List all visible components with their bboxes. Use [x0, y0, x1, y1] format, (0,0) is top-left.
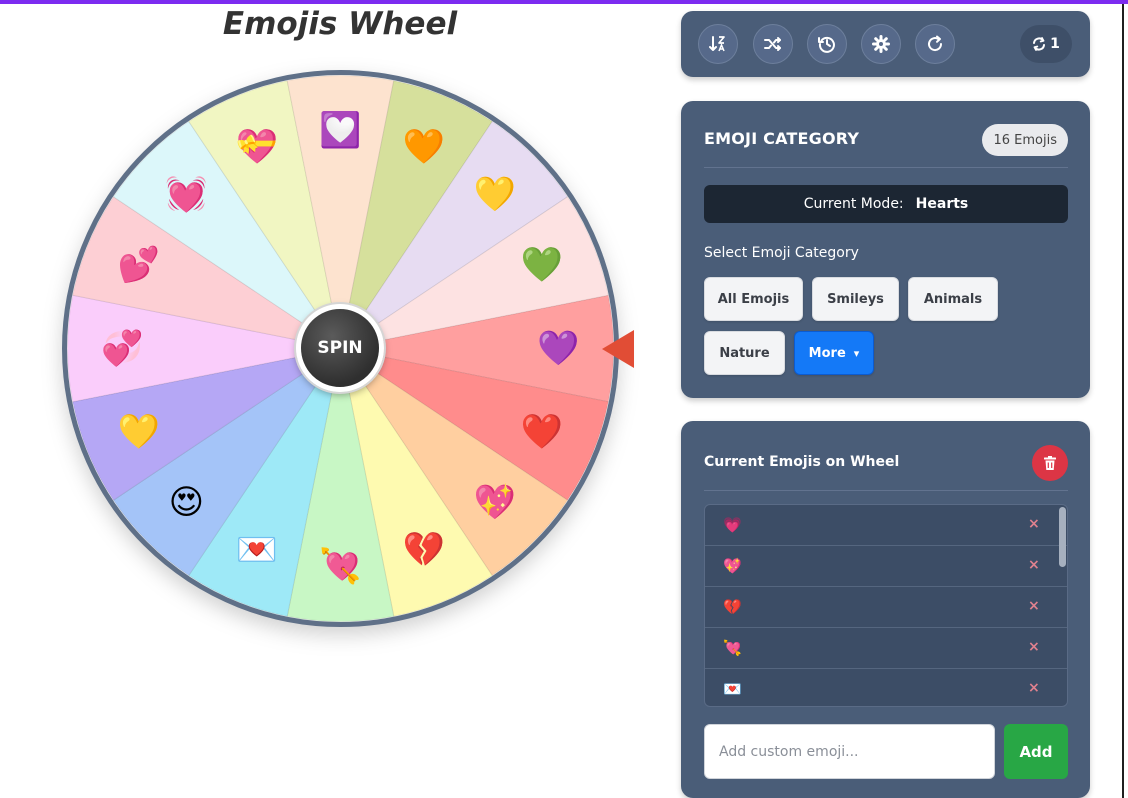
page-title: Emojis Wheel — [222, 6, 458, 42]
category-all-emojis-button[interactable]: All Emojis — [704, 277, 803, 321]
category-animals-button[interactable]: Animals — [908, 277, 998, 321]
more-label: More — [808, 345, 846, 361]
reload-button[interactable] — [915, 24, 955, 64]
category-heading: EMOJI CATEGORY — [704, 129, 860, 148]
spin-count: 1 — [1050, 36, 1060, 52]
wheel-segment-emoji: 💖 — [473, 483, 516, 523]
list-item: 💖 × — [705, 546, 1067, 587]
sort-icon — [709, 36, 725, 52]
wheel-segment-emoji: 💜 — [537, 329, 580, 369]
reload-icon — [928, 35, 943, 52]
shuffle-button[interactable] — [753, 24, 793, 64]
history-button[interactable] — [807, 24, 847, 64]
current-emojis-panel: Current Emojis on Wheel 💗 × 💖 × 💔 × 💘 × … — [681, 421, 1090, 798]
history-icon — [818, 36, 835, 53]
custom-emoji-input[interactable] — [704, 724, 995, 779]
list-item-emoji: 💖 — [723, 557, 742, 575]
category-panel: EMOJI CATEGORY 16 Emojis Current Mode: H… — [681, 101, 1090, 398]
wheel-segment-emoji: 💟 — [319, 111, 361, 151]
list-item-emoji: 💗 — [723, 516, 742, 534]
top-accent-bar — [0, 0, 1128, 4]
select-category-label: Select Emoji Category — [704, 245, 859, 261]
gear-icon — [872, 35, 890, 53]
category-smileys-button[interactable]: Smileys — [812, 277, 899, 321]
current-emojis-list[interactable]: 💗 × 💖 × 💔 × 💘 × 💌 × — [704, 504, 1068, 707]
wheel-segment-emoji: ❤️ — [521, 412, 564, 452]
wheel-segment-emoji: 💔 — [403, 530, 446, 570]
category-nature-button[interactable]: Nature — [704, 331, 785, 375]
wheel-segment-emoji: 💌 — [236, 530, 278, 570]
wheel-segment-emoji: 🧡 — [403, 127, 446, 167]
shuffle-icon — [764, 37, 781, 51]
toolbar-panel: 1 — [681, 11, 1090, 77]
remove-emoji-button[interactable]: × — [1028, 598, 1040, 614]
wheel-segment-emoji: 💝 — [236, 127, 279, 167]
wheel-segment-emoji: 💛 — [118, 412, 161, 452]
sort-button[interactable] — [698, 24, 738, 64]
current-mode-bar: Current Mode: Hearts — [704, 185, 1068, 223]
spin-counter: 1 — [1020, 25, 1072, 63]
list-item: 💔 × — [705, 587, 1067, 628]
remove-emoji-button[interactable]: × — [1028, 516, 1040, 532]
list-item-emoji: 💘 — [723, 639, 742, 657]
current-emojis-heading: Current Emojis on Wheel — [704, 454, 900, 470]
list-item: 💗 × — [705, 505, 1067, 546]
list-item-emoji: 💌 — [723, 680, 742, 698]
wheel-pointer — [602, 330, 634, 368]
clear-all-button[interactable] — [1032, 445, 1068, 481]
remove-emoji-button[interactable]: × — [1028, 639, 1040, 655]
list-scrollbar[interactable] — [1059, 507, 1066, 567]
divider — [704, 490, 1068, 491]
list-item: 💘 × — [705, 628, 1067, 669]
emoji-count-badge: 16 Emojis — [982, 124, 1068, 156]
remove-emoji-button[interactable]: × — [1028, 557, 1040, 573]
window-edge — [1122, 4, 1124, 798]
wheel-segment-emoji: 💓 — [165, 174, 207, 214]
wheel-segment-emoji: 💞 — [101, 329, 143, 369]
trash-icon — [1044, 456, 1056, 470]
wheel-segment-emoji: 💚 — [521, 245, 564, 285]
wheel-segment-emoji: 💘 — [319, 547, 361, 587]
list-item-emoji: 💔 — [723, 598, 742, 616]
wheel-segment-emoji: 😍 — [169, 483, 204, 523]
category-more-dropdown[interactable]: More ▾ — [794, 331, 874, 375]
list-item: 💌 × — [705, 669, 1067, 706]
wheel-segment-emoji: 💕 — [118, 245, 160, 285]
remove-emoji-button[interactable]: × — [1028, 680, 1040, 696]
add-emoji-button[interactable]: Add — [1004, 724, 1068, 779]
spin-button[interactable]: SPIN — [296, 304, 384, 392]
settings-button[interactable] — [861, 24, 901, 64]
wheel-segment-emoji: 💛 — [473, 174, 516, 214]
sync-icon — [1033, 37, 1046, 51]
divider — [704, 167, 1068, 168]
current-mode-value: Hearts — [915, 196, 969, 212]
current-mode-label: Current Mode: — [803, 196, 904, 212]
chevron-down-icon: ▾ — [853, 346, 860, 360]
